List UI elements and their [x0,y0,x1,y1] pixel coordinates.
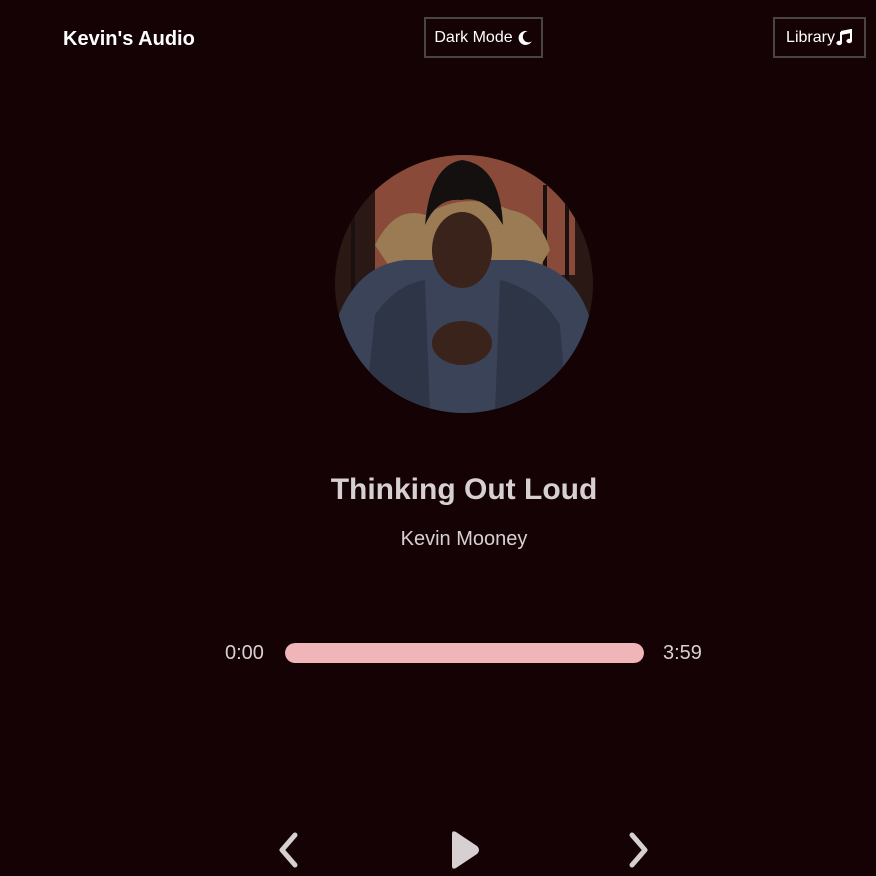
music-note-icon [836,29,853,46]
previous-button[interactable] [276,832,300,868]
track-title: Thinking Out Loud [330,473,598,506]
chevron-right-icon [627,832,651,868]
track-artist: Kevin Mooney [400,528,528,550]
progress-bar[interactable] [285,643,644,663]
moon-icon [517,30,533,46]
dark-mode-label: Dark Mode [434,28,513,46]
duration: 3:59 [663,642,702,664]
progress-fill [285,643,644,663]
next-button[interactable] [627,832,651,868]
library-button[interactable]: Library [773,17,866,58]
library-label: Library [786,28,835,46]
play-button[interactable] [446,828,482,872]
app-title[interactable]: Kevin's Audio [63,28,195,50]
current-time: 0:00 [225,642,264,664]
chevron-left-icon [276,832,300,868]
play-icon [446,828,482,872]
album-cover [335,155,593,413]
dark-mode-button[interactable]: Dark Mode [424,17,543,58]
player-page: Kevin's Audio Dark Mode Library Thinking… [0,0,876,876]
